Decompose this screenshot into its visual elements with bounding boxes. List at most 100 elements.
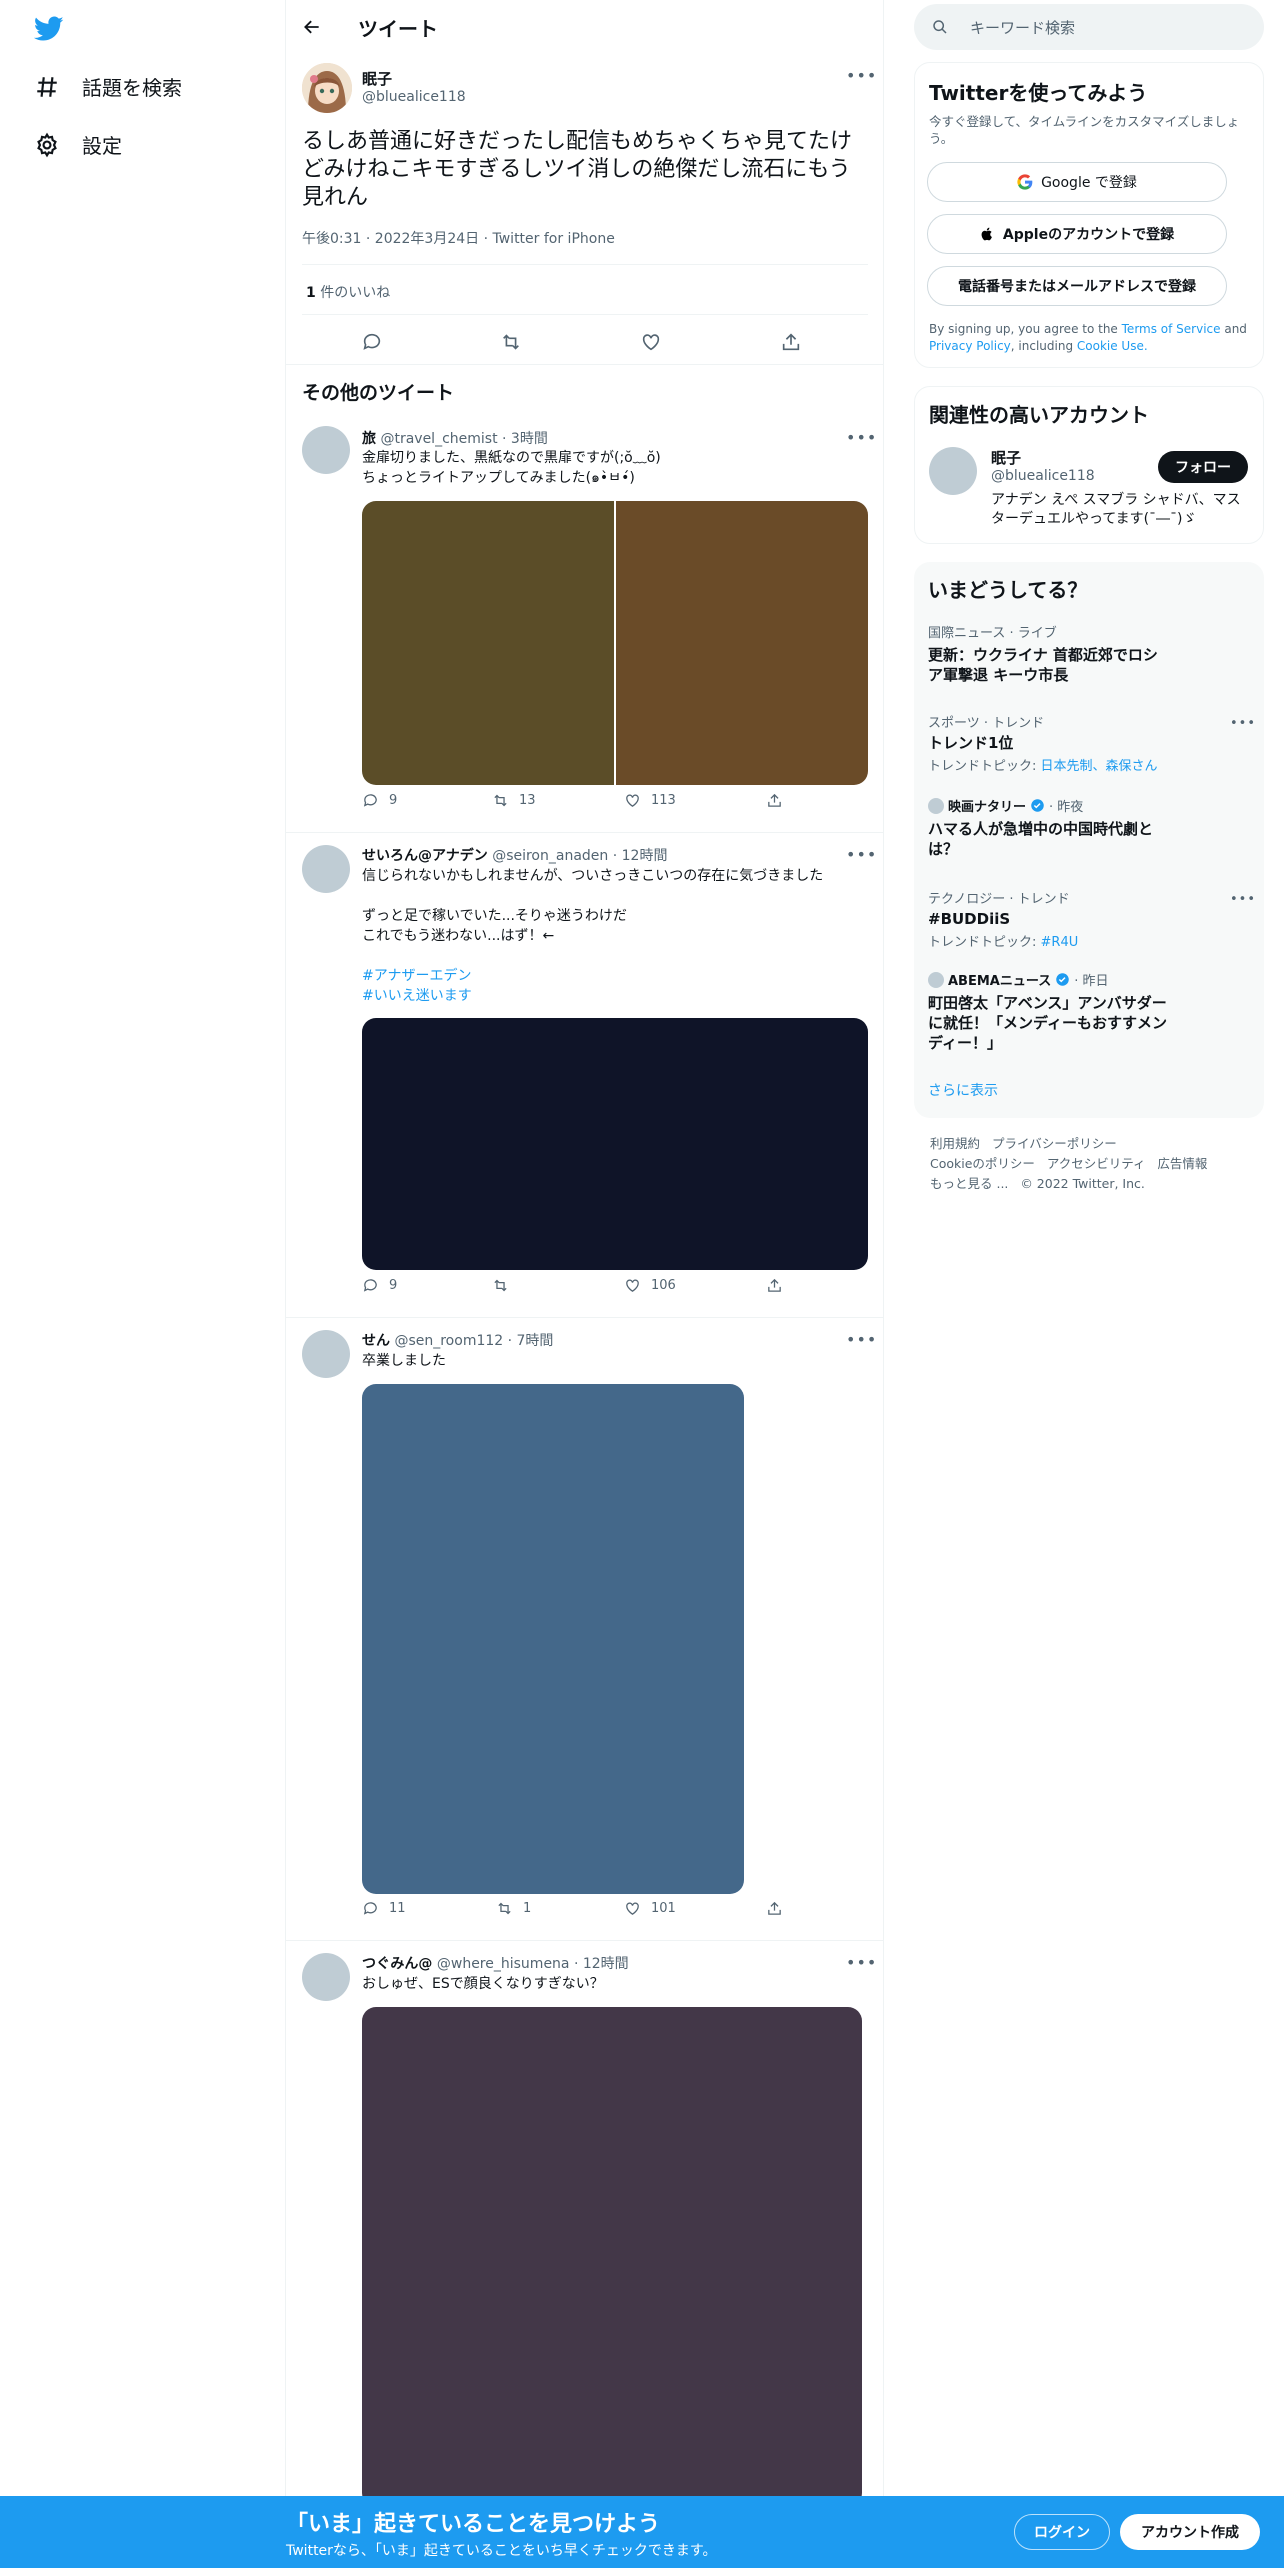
relevant-avatar[interactable] <box>929 447 977 495</box>
main-tweet-handle[interactable]: @bluealice118 <box>362 89 466 105</box>
hashtag-link[interactable]: #アナザーエデン <box>362 966 823 986</box>
tweet-2-media[interactable] <box>362 1018 868 1270</box>
search-input[interactable]: キーワード検索 <box>914 4 1264 50</box>
footer-link[interactable]: 広告情報 <box>1157 1156 1207 1171</box>
trend-topic-links[interactable]: 日本先制、森保さん <box>1041 759 1158 774</box>
google-signup-button[interactable]: Google で登録 <box>927 162 1227 202</box>
signup-subtitle: 今すぐ登録して、タイムラインをカスタマイズしましょう。 <box>929 114 1240 146</box>
tweet-1-reply-button[interactable]: 9 <box>362 792 397 809</box>
tweet-3-share-button[interactable] <box>766 1900 783 1917</box>
relevant-handle[interactable]: @bluealice118 <box>991 468 1095 484</box>
tweet-2-reply-button[interactable]: 9 <box>362 1277 397 1294</box>
twitter-logo-icon[interactable] <box>34 16 64 42</box>
tweet-2-handle[interactable]: @seiron_anaden <box>492 848 608 864</box>
login-button[interactable]: ログイン <box>1014 2514 1110 2550</box>
relevant-name[interactable]: 眠子 <box>991 447 1021 468</box>
trend-title: 更新：ウクライナ 首都近郊でロシア軍撃退 キーウ市長 <box>928 646 1158 684</box>
follow-button[interactable]: フォロー <box>1158 451 1248 483</box>
tweet-3-more-icon[interactable]: ••• <box>846 1330 877 1349</box>
tweet-2-line: ずっと足で稼いでいた...そりゃ迷うわけだ <box>362 908 627 924</box>
tweet-3-time[interactable]: · 7時間 <box>508 1333 554 1349</box>
relevant-title: 関連性の高いアカウント <box>929 403 1149 427</box>
footer-link[interactable]: アクセシビリティ <box>1047 1156 1146 1171</box>
create-account-button[interactable]: アカウント作成 <box>1120 2514 1260 2550</box>
tweet-1-image-right[interactable] <box>616 501 868 785</box>
tweet-1-name[interactable]: 旅 <box>362 431 376 447</box>
trend-topic-links[interactable]: #R4U <box>1041 935 1079 950</box>
tweet-2-retweet-button[interactable] <box>492 1277 519 1294</box>
terms-text: and <box>1220 322 1247 336</box>
main-tweet-avatar[interactable] <box>302 63 352 113</box>
tweet-4-handle[interactable]: @where_hisumena <box>437 1956 570 1972</box>
nav-explore-label: 話題を検索 <box>82 76 182 100</box>
reply-icon[interactable] <box>361 331 383 353</box>
privacy-policy-link[interactable]: Privacy Policy <box>929 339 1011 353</box>
tweet-4-time[interactable]: · 12時間 <box>574 1956 629 1972</box>
tweet-4-name[interactable]: つぐみん@ <box>362 1956 432 1972</box>
footer-link[interactable]: プライバシーポリシー <box>992 1136 1117 1151</box>
trend-more-icon[interactable]: ••• <box>1230 892 1256 907</box>
trend-item[interactable]: スポーツ · トレンド トレンド1位 トレンドトピック: 日本先制、森保さん <box>928 712 1248 774</box>
trend-item[interactable]: ABEMAニュース · 昨日 町田啓太「アベンス」アンバサダーに就任！「メンディ… <box>928 970 1168 1053</box>
tweet-3-media[interactable] <box>362 1384 744 1894</box>
tweet-card-3[interactable]: せん @sen_room112 · 7時間 ••• 卒業しました 11 1 10… <box>286 1318 884 1940</box>
tweet-2-more-icon[interactable]: ••• <box>846 845 877 864</box>
tweet-1-media[interactable] <box>362 501 868 785</box>
back-arrow-icon[interactable] <box>302 17 322 37</box>
nav-explore[interactable]: 話題を検索 <box>34 72 182 101</box>
apple-signup-button[interactable]: Appleのアカウントで登録 <box>927 214 1227 254</box>
phone-email-signup-button[interactable]: 電話番号またはメールアドレスで登録 <box>927 266 1227 306</box>
main-tweet-more-icon[interactable]: ••• <box>846 66 877 85</box>
tweet-1-time[interactable]: · 3時間 <box>502 431 548 447</box>
main-column: ツイート 眠子 @bluealice118 ••• るしあ普通に好きだったし配信… <box>286 0 884 2568</box>
tweet-1-handle[interactable]: @travel_chemist <box>380 431 497 447</box>
terms-of-service-link[interactable]: Terms of Service <box>1122 322 1221 336</box>
like-icon[interactable] <box>640 331 662 353</box>
tweet-1-more-icon[interactable]: ••• <box>846 428 877 447</box>
tweet-card-4[interactable]: つぐみん@ @where_hisumena · 12時間 ••• おしゅぜ、ES… <box>286 1941 884 2507</box>
tweet-4-more-icon[interactable]: ••• <box>846 1953 877 1972</box>
tweet-3-retweet-button[interactable]: 1 <box>496 1900 531 1917</box>
tweet-4-media[interactable] <box>362 2007 862 2507</box>
tweet-1-like-button[interactable]: 113 <box>624 792 676 809</box>
trend-item[interactable]: 映画ナタリー · 昨夜 ハマる人が急増中の中国時代劇とは？ <box>928 796 1168 859</box>
tweet-1-text: 金扉切りました、黒紙なので黒扉ですが(;ŏ﹏ŏ) ちょっとライトアップしてみまし… <box>362 448 661 488</box>
tweet-1-avatar[interactable] <box>302 426 350 474</box>
apple-signup-label: Appleのアカウントで登録 <box>1002 227 1175 243</box>
cookie-use-link[interactable]: Cookie Use. <box>1077 339 1148 353</box>
tweet-3-avatar[interactable] <box>302 1330 350 1378</box>
tweet-3-like-button[interactable]: 101 <box>624 1900 676 1917</box>
hashtag-link[interactable]: #いいえ迷います <box>362 986 823 1006</box>
retweet-icon[interactable] <box>500 331 522 353</box>
show-more-link[interactable]: さらに表示 <box>928 1080 998 1100</box>
tweet-2-avatar[interactable] <box>302 845 350 893</box>
tweet-2-text: 信じられないかもしれませんが、ついさっきこいつの存在に気づきました ずっと足で稼… <box>362 866 823 1006</box>
tweet-3-handle[interactable]: @sen_room112 <box>394 1333 503 1349</box>
relevant-bio: アナデン えぺ スマブラ シャドバ、マスターデュエルやってます(¯―¯)ゞ <box>991 492 1241 527</box>
share-icon[interactable] <box>780 331 802 353</box>
tweet-card-1[interactable]: 旅 @travel_chemist · 3時間 ••• 金扉切りました、黒紙なの… <box>286 414 884 832</box>
tweet-1-share-button[interactable] <box>766 792 783 809</box>
tweet-1-retweet-button[interactable]: 13 <box>492 792 536 809</box>
tweet-2-time[interactable]: · 12時間 <box>613 848 668 864</box>
retweet-icon <box>494 1279 507 1291</box>
tweet-3-reply-button[interactable]: 11 <box>362 1900 406 1917</box>
footer-link[interactable]: 利用規約 <box>930 1136 980 1151</box>
tweet-card-2[interactable]: せいろん@アナデン @seiron_anaden · 12時間 ••• 信じられ… <box>286 833 884 1317</box>
footer-link[interactable]: Cookieのポリシー <box>930 1156 1035 1171</box>
main-tweet-meta[interactable]: 午後0:31 · 2022年3月24日 · Twitter for iPhone <box>302 228 615 248</box>
trend-more-icon[interactable]: ••• <box>1230 716 1256 731</box>
retweet-icon <box>494 794 507 806</box>
footer-more-link[interactable]: もっと見る ... <box>930 1176 1008 1191</box>
tweet-4-avatar[interactable] <box>302 1953 350 2001</box>
trend-item[interactable]: 国際ニュース · ライブ 更新：ウクライナ 首都近郊でロシア軍撃退 キーウ市長 <box>928 622 1168 685</box>
tweet-2-like-button[interactable]: 106 <box>624 1277 676 1294</box>
tweet-2-share-button[interactable] <box>766 1277 783 1294</box>
nav-settings[interactable]: 設定 <box>34 130 122 159</box>
tweet-3-name[interactable]: せん <box>362 1333 390 1349</box>
main-tweet-name[interactable]: 眠子 <box>362 68 392 89</box>
tweet-2-name[interactable]: せいろん@アナデン <box>362 848 488 864</box>
likes-count-row[interactable]: 1 件のいいね <box>306 282 390 302</box>
trend-item[interactable]: テクノロジー · トレンド #BUDDiiS トレンドトピック: #R4U <box>928 888 1168 950</box>
tweet-1-image-left[interactable] <box>362 501 614 785</box>
